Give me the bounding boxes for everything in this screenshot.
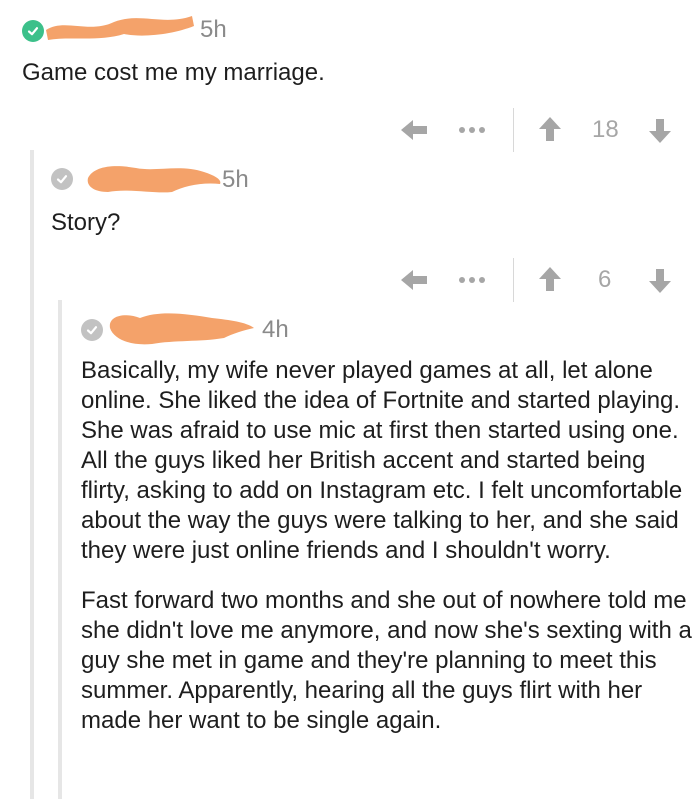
comment-3: 4h Basically, my wife never played games… — [0, 300, 700, 799]
upvote-button[interactable] — [536, 114, 564, 144]
downvote-button[interactable] — [646, 116, 674, 146]
score-count: 18 — [592, 116, 619, 143]
comment-2: 5h Story? 6 — [0, 150, 700, 302]
reply-arrow-icon — [401, 270, 427, 290]
actions-divider — [513, 108, 514, 152]
downvote-button[interactable] — [646, 266, 674, 296]
reply-arrow-icon — [401, 120, 427, 140]
downvote-arrow-icon — [649, 269, 671, 293]
comment-timestamp: 5h — [222, 166, 249, 193]
score-count: 6 — [598, 266, 612, 293]
more-dots-icon — [459, 277, 485, 283]
comment-paragraph: Story? — [51, 209, 121, 236]
upvote-button[interactable] — [536, 264, 564, 294]
verified-check-icon — [22, 20, 44, 42]
comment-body: Story? — [51, 208, 651, 238]
comment-1: 5h Game cost me my marriage. 18 — [0, 0, 700, 152]
comment-paragraph: Fast forward two months and she out of n… — [81, 587, 692, 734]
comment-body: Basically, my wife never played games at… — [81, 356, 693, 736]
reply-button[interactable] — [396, 264, 432, 296]
comment-timestamp: 5h — [200, 16, 227, 43]
reply-button[interactable] — [396, 114, 432, 146]
downvote-arrow-icon — [649, 119, 671, 143]
comment-paragraph: Game cost me my marriage. — [22, 59, 325, 86]
upvote-arrow-icon — [539, 267, 561, 291]
actions-divider — [513, 258, 514, 302]
redacted-username — [87, 166, 221, 193]
comment-timestamp: 4h — [262, 316, 289, 343]
more-dots-icon — [459, 127, 485, 133]
redacted-username — [109, 313, 254, 345]
user-avatar-icon — [51, 168, 73, 190]
comment-body: Game cost me my marriage. — [22, 58, 662, 88]
redacted-username — [46, 16, 194, 40]
more-options-button[interactable] — [455, 268, 489, 292]
comment-paragraph: Basically, my wife never played games at… — [81, 357, 683, 564]
more-options-button[interactable] — [455, 118, 489, 142]
upvote-arrow-icon — [539, 117, 561, 141]
user-avatar-icon — [81, 319, 103, 341]
